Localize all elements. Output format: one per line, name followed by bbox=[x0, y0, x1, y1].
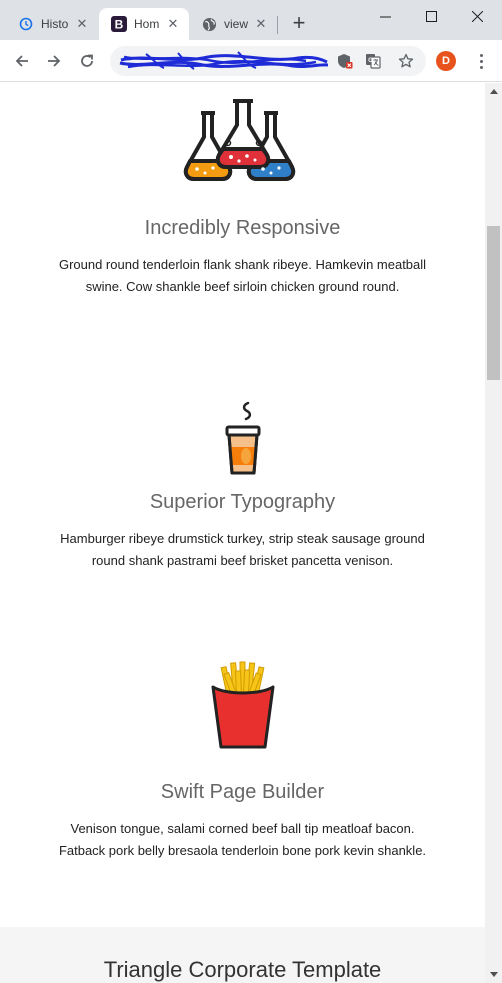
reload-button[interactable] bbox=[74, 48, 100, 74]
vertical-scrollbar[interactable] bbox=[485, 83, 502, 983]
new-tab-button[interactable]: + bbox=[287, 12, 311, 36]
tab-view[interactable]: view ✕ bbox=[189, 8, 277, 40]
profile-avatar[interactable]: D bbox=[436, 51, 456, 71]
bootstrap-favicon-icon: B bbox=[111, 16, 127, 32]
close-tab-icon[interactable]: ✕ bbox=[253, 16, 269, 32]
address-bar[interactable]: G bbox=[110, 46, 426, 76]
feature-text: Venison tongue, salami corned beef ball … bbox=[58, 821, 427, 858]
page-viewport: Incredibly Responsive Ground round tende… bbox=[0, 83, 485, 983]
section-heading: Triangle Corporate Template bbox=[103, 957, 382, 982]
french-fries-icon bbox=[211, 661, 274, 749]
scroll-up-arrow-icon[interactable] bbox=[485, 83, 502, 100]
back-button[interactable] bbox=[9, 48, 35, 74]
svg-text:G: G bbox=[368, 58, 373, 64]
feature-text: Ground round tenderloin flank shank ribe… bbox=[58, 257, 427, 294]
feature-title: Swift Page Builder bbox=[160, 781, 325, 803]
globe-icon bbox=[201, 16, 217, 32]
tab-title: view bbox=[224, 17, 249, 31]
browser-toolbar: G D bbox=[0, 40, 502, 82]
blocked-popup-icon[interactable] bbox=[336, 52, 354, 70]
close-tab-icon[interactable]: ✕ bbox=[165, 16, 181, 32]
scroll-down-arrow-icon[interactable] bbox=[485, 966, 502, 983]
feature-title: Incredibly Responsive bbox=[144, 217, 341, 239]
lab-flasks-icon bbox=[183, 99, 295, 181]
translate-icon[interactable]: G bbox=[364, 52, 382, 70]
tab-strip: Histo ✕ B Hom ✕ view ✕ + bbox=[0, 0, 502, 40]
feature-block: Swift Page Builder Venison tongue, salam… bbox=[0, 661, 485, 862]
forward-button[interactable] bbox=[41, 48, 67, 74]
browser-menu-icon[interactable] bbox=[470, 50, 492, 72]
feature-text: Hamburger ribeye drumstick turkey, strip… bbox=[60, 531, 425, 568]
tab-title: Histo bbox=[41, 17, 69, 31]
close-window-button[interactable] bbox=[454, 0, 500, 32]
tab-title: Hom bbox=[134, 17, 160, 31]
tab-divider bbox=[277, 16, 278, 34]
feature-title: Superior Typography bbox=[149, 491, 336, 513]
feature-block: Incredibly Responsive Ground round tende… bbox=[0, 97, 485, 298]
redacted-url-scribble bbox=[119, 51, 329, 70]
maximize-button[interactable] bbox=[408, 0, 454, 32]
feature-block: Superior Typography Hamburger ribeye dru… bbox=[0, 399, 485, 572]
close-tab-icon[interactable]: ✕ bbox=[74, 16, 90, 32]
scrollbar-thumb[interactable] bbox=[487, 226, 500, 380]
minimize-button[interactable] bbox=[362, 0, 408, 32]
tab-history[interactable]: Histo ✕ bbox=[6, 8, 98, 40]
svg-text:B: B bbox=[115, 18, 124, 32]
tab-home[interactable]: B Hom ✕ bbox=[99, 8, 189, 40]
bookmark-star-icon[interactable] bbox=[397, 52, 415, 70]
section-band: Triangle Corporate Template bbox=[0, 927, 485, 983]
history-icon bbox=[18, 16, 34, 32]
coffee-cup-icon bbox=[225, 401, 260, 475]
